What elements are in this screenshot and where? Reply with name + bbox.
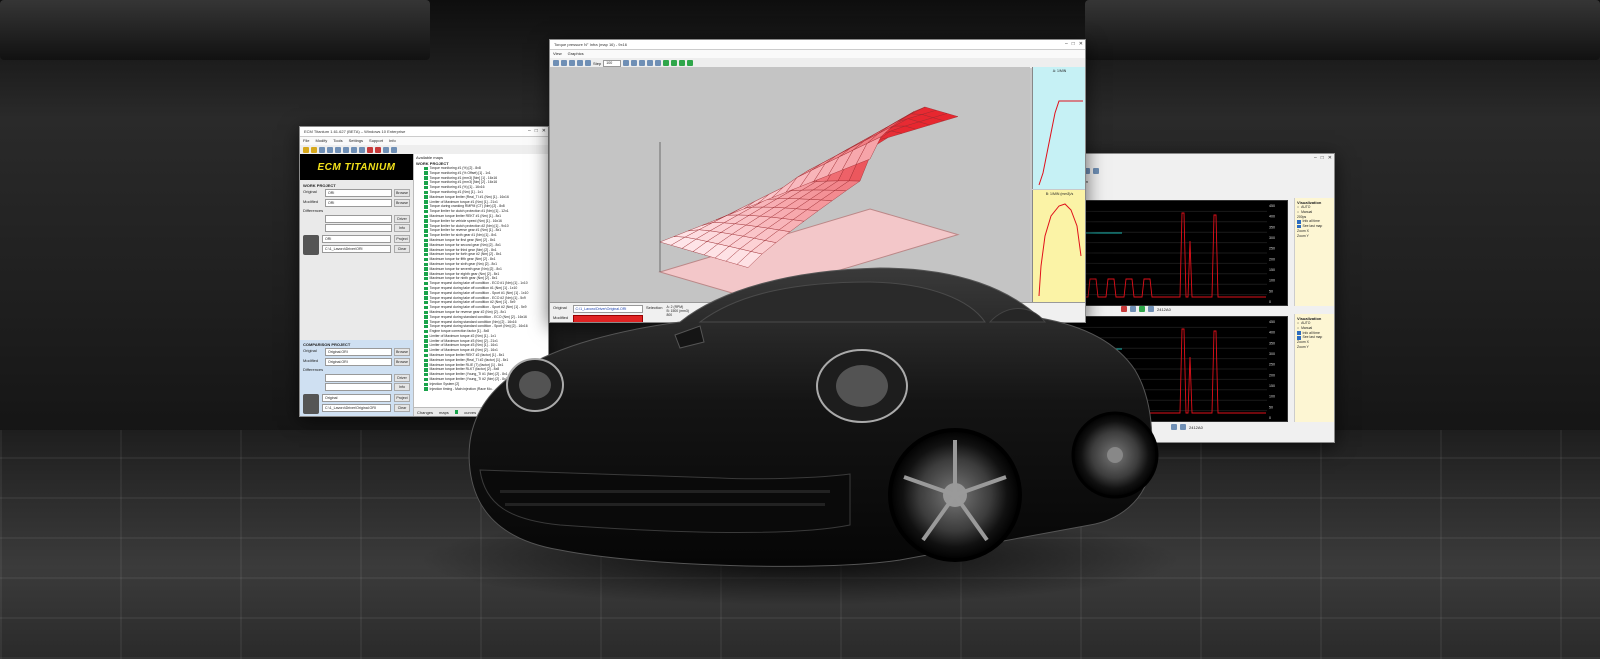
porsche-911-car: [420, 267, 1180, 605]
grille-slat: [500, 490, 830, 493]
rear-wheel-hub: [1107, 447, 1123, 463]
grille-slat-2: [505, 503, 825, 506]
hero-banner: ECM Titanium 1.61.627 (BETA) – Windows 1…: [0, 0, 1600, 659]
headlight-left-lens: [519, 371, 551, 399]
headlight-right-lens: [836, 365, 888, 407]
